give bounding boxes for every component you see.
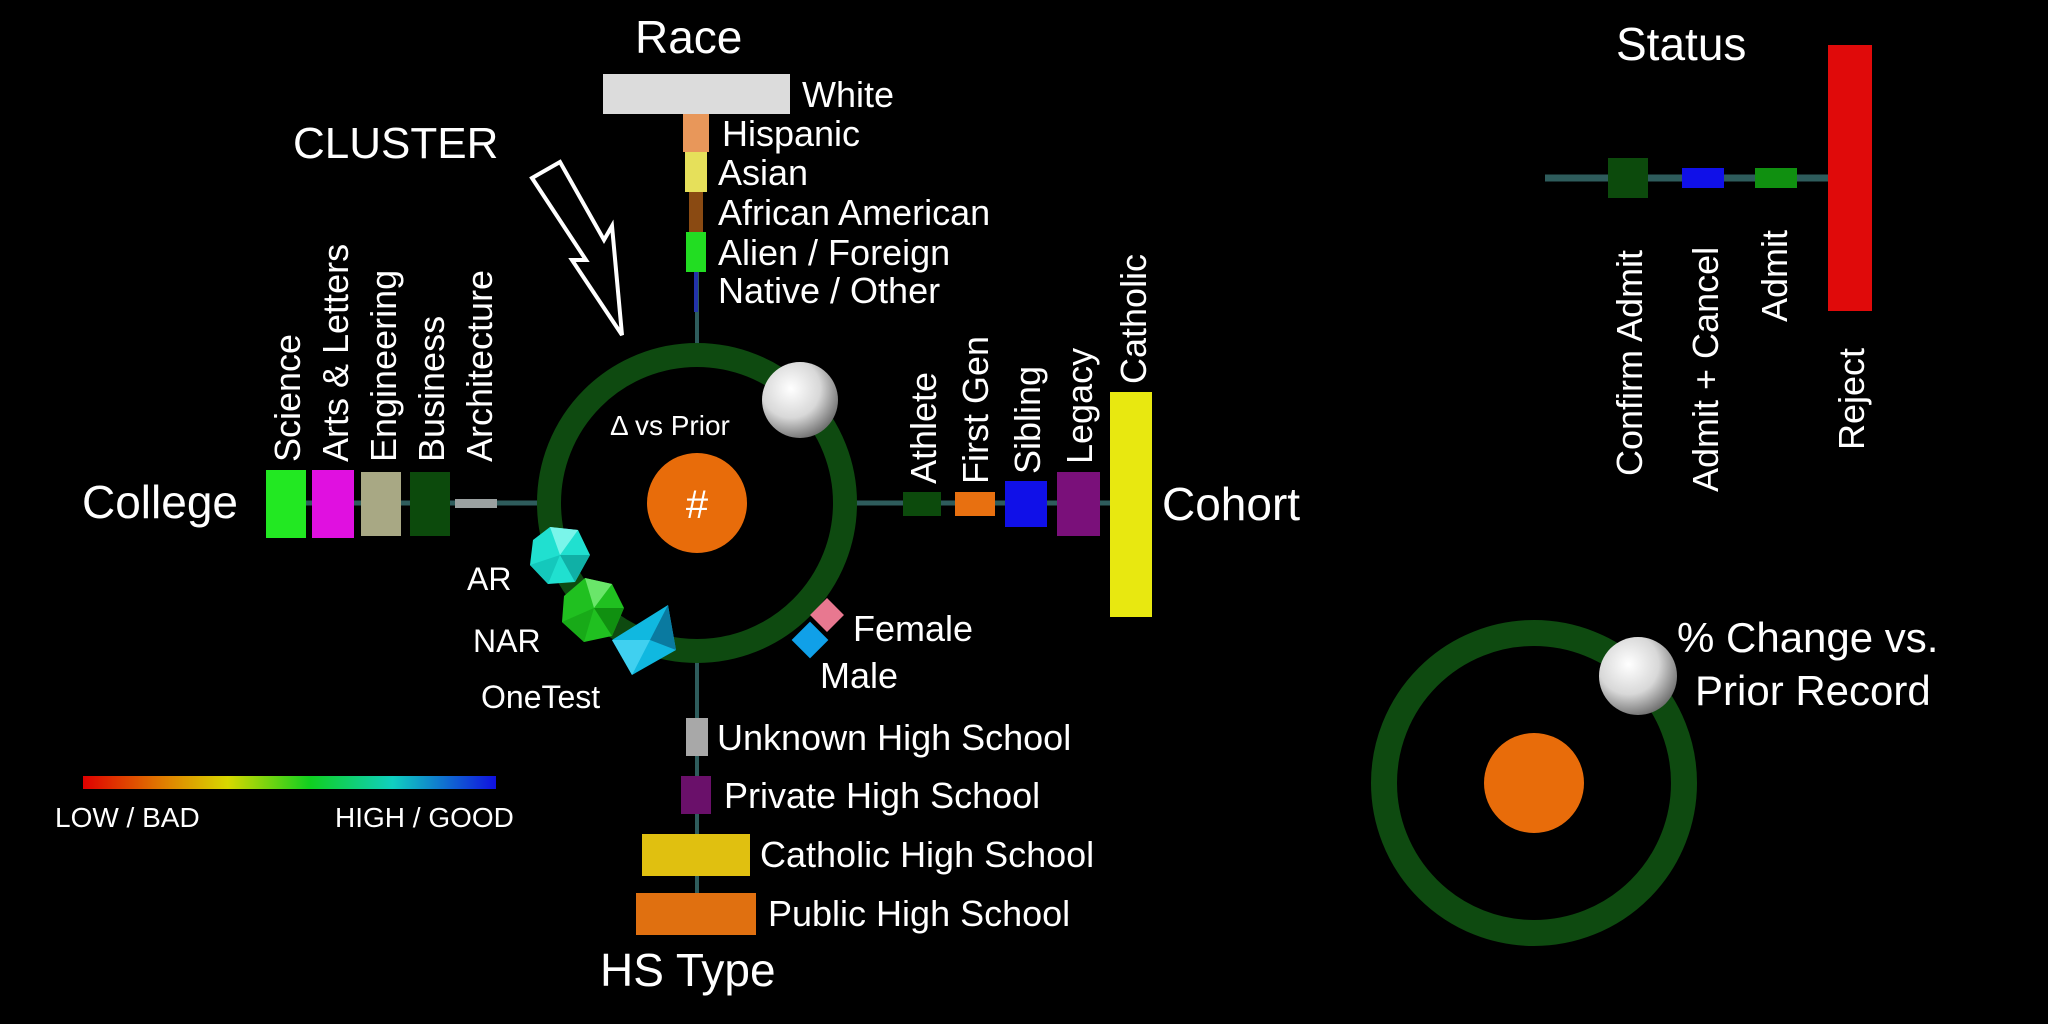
college-label-engineering: Engineering [363, 270, 404, 462]
color-scale-legend: LOW / BAD HIGH / GOOD [55, 776, 514, 833]
race-label-native-other: Native / Other [718, 270, 940, 311]
key-ring: % Change vs. Prior Record [1371, 614, 1938, 946]
status-bar-reject [1828, 45, 1872, 311]
race-label-hispanic: Hispanic [722, 113, 860, 154]
race-bar-hispanic [683, 114, 709, 152]
hs-bar-private [681, 776, 711, 814]
hs-type-group: Unknown High School Private High School … [600, 717, 1094, 996]
legend-low-label: LOW / BAD [55, 802, 200, 833]
hs-label-private: Private High School [724, 775, 1040, 816]
college-label-architecture: Architecture [459, 270, 500, 462]
college-label-arts-letters: Arts & Letters [315, 244, 356, 462]
hs-label-public: Public High School [768, 893, 1070, 934]
female-label: Female [853, 608, 973, 649]
college-label-science: Science [267, 334, 308, 462]
cohort-bar-catholic [1110, 392, 1152, 617]
race-bar-white [603, 74, 790, 114]
change-sphere [762, 362, 838, 438]
cohort-label-catholic: Catholic [1113, 254, 1154, 384]
race-label-white: White [802, 74, 894, 115]
onetest-label: OneTest [481, 679, 600, 715]
status-label-admit-cancel: Admit + Cancel [1685, 247, 1726, 492]
hs-label-catholic: Catholic High School [760, 834, 1094, 875]
visualization-canvas: Race White Hispanic Asian African Americ… [55, 11, 1938, 996]
race-label-african-american: African American [718, 192, 990, 233]
key-sphere [1599, 637, 1677, 715]
college-bar-science [266, 470, 306, 538]
gender-group: Female Male [791, 598, 973, 696]
race-bar-asian [685, 152, 707, 192]
hs-type-title: HS Type [600, 944, 776, 996]
status-label-admit: Admit [1754, 230, 1795, 322]
cluster-arrow-icon [529, 159, 624, 337]
key-label-line1: % Change vs. [1677, 614, 1938, 661]
race-label-alien-foreign: Alien / Foreign [718, 232, 950, 273]
cluster-label: CLUSTER [293, 119, 498, 168]
race-group: Race White Hispanic Asian African Americ… [603, 11, 990, 312]
status-group: Status Confirm Admit Admit + Cancel Admi… [1608, 18, 1872, 492]
cohort-bar-legacy [1057, 472, 1100, 536]
center-hash-label: # [686, 483, 709, 527]
race-bar-native-other [694, 272, 698, 312]
college-bar-architecture [455, 499, 497, 508]
cohort-label-athlete: Athlete [903, 372, 944, 484]
cohort-label-sibling: Sibling [1007, 366, 1048, 474]
college-group: College Science Arts & Letters Engineeri… [82, 244, 500, 538]
status-label-reject: Reject [1831, 348, 1872, 450]
axis-lines [270, 117, 1830, 910]
cohort-title: Cohort [1162, 478, 1300, 530]
cohort-label-legacy: Legacy [1059, 348, 1100, 464]
key-center-disc [1484, 733, 1584, 833]
race-label-asian: Asian [718, 152, 808, 193]
cohort-bar-athlete [903, 492, 941, 516]
race-bar-african-american [689, 192, 703, 232]
race-bar-alien-foreign [686, 232, 706, 272]
ar-label: AR [467, 561, 511, 597]
key-label-line2: Prior Record [1695, 667, 1931, 714]
college-title: College [82, 476, 238, 528]
hs-label-unknown: Unknown High School [717, 717, 1071, 758]
cohort-bar-sibling [1005, 481, 1047, 527]
delta-vs-prior-label: Δ vs Prior [610, 410, 730, 441]
hs-bar-public [636, 893, 756, 935]
status-title: Status [1616, 18, 1746, 70]
cohort-label-first-gen: First Gen [955, 336, 996, 484]
status-bar-admit [1755, 168, 1797, 188]
legend-high-label: HIGH / GOOD [335, 802, 514, 833]
color-scale-bar [83, 776, 496, 789]
male-label: Male [820, 655, 898, 696]
hs-bar-unknown [686, 718, 708, 756]
college-bar-arts-letters [312, 470, 354, 538]
race-title: Race [635, 11, 742, 63]
status-label-confirm-admit: Confirm Admit [1609, 250, 1650, 476]
status-bar-admit-cancel [1682, 168, 1724, 188]
college-bar-business [410, 472, 450, 536]
college-label-business: Business [411, 316, 452, 462]
nar-label: NAR [473, 623, 541, 659]
cohort-bar-first-gen [955, 492, 995, 516]
onetest-polyhedron-icon [612, 605, 676, 675]
hs-bar-catholic [642, 834, 750, 876]
college-bar-engineering [361, 472, 401, 536]
cohort-group: Athlete First Gen Sibling Legacy Catholi… [903, 254, 1300, 617]
status-bar-confirm-admit [1608, 158, 1648, 198]
tests-group: AR NAR OneTest [467, 527, 676, 715]
